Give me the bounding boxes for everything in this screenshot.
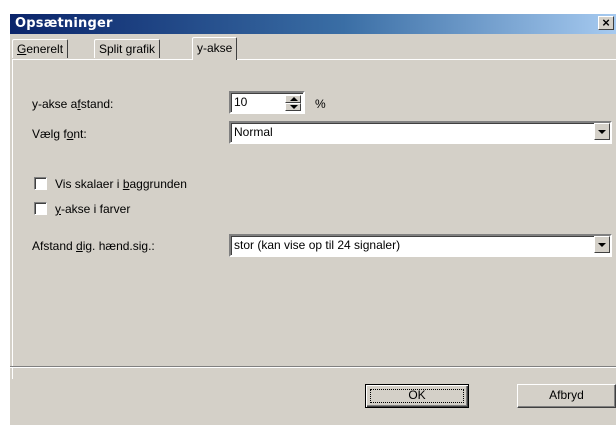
tab-generelt[interactable]: Generelt <box>12 39 69 58</box>
focus-rect <box>370 389 464 403</box>
title-bar[interactable]: Opsætninger × <box>10 14 616 34</box>
window-title: Opsætninger <box>15 16 113 31</box>
axis-colors-checkbox[interactable] <box>34 202 47 215</box>
footer-separator <box>10 366 616 368</box>
cancel-button[interactable]: Afbryd <box>517 384 616 408</box>
font-select[interactable]: Normal <box>229 121 612 144</box>
axis-distance-spinner[interactable]: 10 <box>229 91 305 114</box>
arrow-down-icon <box>290 105 298 109</box>
digital-spacing-dropdown-button[interactable] <box>594 236 610 253</box>
font-dropdown-button[interactable] <box>594 123 610 140</box>
digital-spacing-select[interactable]: stor (kan vise op til 24 signaler) <box>229 234 612 257</box>
spinner-buttons[interactable] <box>285 95 301 111</box>
chevron-down-icon <box>598 243 606 247</box>
tab-y-akse[interactable]: y-akse <box>192 37 238 60</box>
axis-distance-label: y-akse afstand: <box>32 97 114 111</box>
digital-spacing-label: Afstand dig. hænd.sig.: <box>32 239 155 253</box>
close-icon: × <box>602 15 610 30</box>
show-scales-checkbox[interactable] <box>34 177 47 190</box>
axis-colors-label: y-akse i farver <box>55 202 131 216</box>
close-button[interactable]: × <box>598 16 614 30</box>
arrow-up-icon <box>290 97 298 101</box>
show-scales-label: Vis skalaer i baggrunden <box>55 177 187 191</box>
spin-up-button[interactable] <box>285 95 301 103</box>
axis-distance-unit: % <box>315 97 326 111</box>
settings-dialog: Opsætninger × Generelt Split grafik y-ak… <box>10 14 616 425</box>
spin-down-button[interactable] <box>285 103 301 111</box>
tab-split-grafik[interactable]: Split grafik <box>94 39 161 58</box>
chevron-down-icon <box>598 130 606 134</box>
font-label: Vælg font: <box>32 127 87 141</box>
ok-button[interactable]: OK <box>365 384 469 408</box>
